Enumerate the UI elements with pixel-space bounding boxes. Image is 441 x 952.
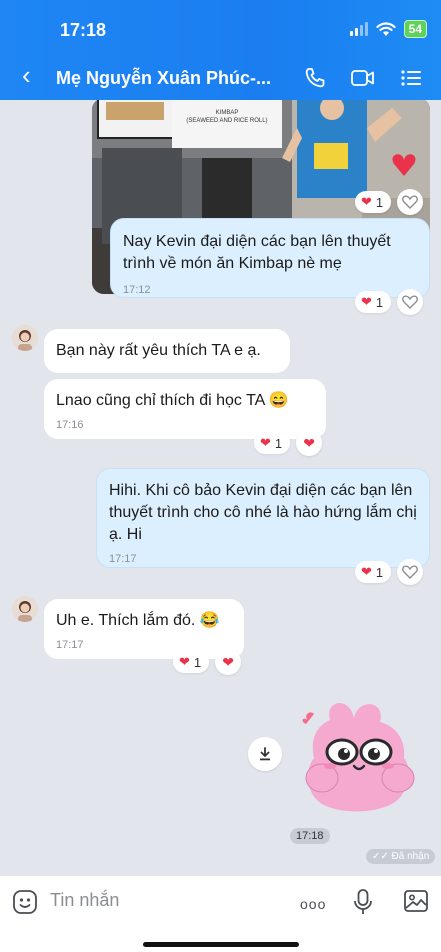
- microphone-icon[interactable]: [352, 888, 374, 916]
- more-options-icon[interactable]: ooo: [300, 896, 326, 912]
- seen-status: ✓✓ Đã nhận: [366, 849, 436, 864]
- reaction-count[interactable]: ❤ 1: [254, 432, 291, 454]
- like-heart-outline-icon[interactable]: [397, 559, 424, 585]
- heart-icon: ❤: [361, 564, 372, 579]
- like-heart-outline-icon[interactable]: [397, 289, 424, 315]
- download-icon[interactable]: [248, 737, 282, 771]
- message-input[interactable]: Tin nhắn: [50, 890, 119, 911]
- image-icon[interactable]: [403, 888, 429, 914]
- message-bubble-in[interactable]: Lnao cũng chỉ thích đi học TA 😄 17:16: [44, 379, 326, 439]
- message-text: Uh e. Thích lắm đó. 😂: [56, 612, 220, 629]
- reaction-count[interactable]: ❤ 1: [173, 651, 210, 673]
- reacted-heart-icon[interactable]: ❤: [215, 649, 242, 675]
- reacted-heart-icon[interactable]: ❤: [296, 430, 323, 456]
- message-text: Nay Kevin đại diện các bạn lên thuyết tr…: [123, 233, 391, 272]
- message-text: Hihi. Khi cô bảo Kevin đại diện các bạn …: [109, 482, 417, 543]
- message-input-bar: Tin nhắn ooo: [0, 876, 441, 952]
- status-time: 17:18: [60, 20, 107, 40]
- message-bubble-in[interactable]: Bạn này rất yêu thích TA e ạ.: [44, 329, 290, 373]
- video-call-icon[interactable]: [350, 66, 376, 90]
- heart-icon: ❤: [260, 435, 271, 450]
- home-indicator: [143, 942, 299, 947]
- message-reactions[interactable]: ❤ 1 ❤: [254, 430, 323, 456]
- avatar[interactable]: [12, 596, 38, 622]
- message-reactions[interactable]: ❤ 1 ❤: [173, 649, 242, 675]
- message-text: Lnao cũng chỉ thích đi học TA 😄: [56, 392, 289, 409]
- heart-icon: ❤: [361, 194, 372, 209]
- back-icon[interactable]: ‹: [22, 62, 31, 88]
- message-bubble-out[interactable]: Hihi. Khi cô bảo Kevin đại diện các bạn …: [96, 468, 430, 568]
- sign-line1: KIMBAP: [216, 110, 239, 116]
- emoji-icon[interactable]: [12, 889, 38, 915]
- phone-icon[interactable]: [302, 66, 328, 90]
- status-icons: 54: [349, 20, 427, 38]
- bunny-sticker: [302, 703, 415, 812]
- signal-icon: [349, 22, 368, 36]
- message-bubble-out[interactable]: Nay Kevin đại diện các bạn lên thuyết tr…: [110, 218, 430, 298]
- photo-reactions[interactable]: ❤ 1: [355, 189, 424, 215]
- sticker-message[interactable]: [300, 700, 430, 820]
- wifi-icon: [376, 21, 396, 36]
- menu-list-icon[interactable]: [398, 66, 424, 90]
- like-heart-outline-icon[interactable]: [397, 189, 424, 215]
- message-reactions[interactable]: ❤ 1: [355, 559, 424, 585]
- heart-icon: ❤: [361, 294, 372, 309]
- sign-line2: (SEAWEED AND RICE ROLL): [186, 118, 267, 124]
- reaction-count[interactable]: ❤ 1: [355, 561, 392, 583]
- reaction-count[interactable]: ❤ 1: [355, 191, 392, 213]
- battery-indicator: 54: [403, 20, 427, 38]
- chat-title[interactable]: Mẹ Nguyễn Xuân Phúc-...: [56, 68, 271, 89]
- message-reactions[interactable]: ❤ 1: [355, 289, 424, 315]
- message-text: Bạn này rất yêu thích TA e ạ.: [56, 342, 261, 359]
- sticker-time: 17:18: [290, 828, 330, 844]
- avatar[interactable]: [12, 325, 38, 351]
- heart-icon: ❤: [179, 654, 190, 669]
- chat-area[interactable]: KIMBAP (SEAWEED AND RICE ROLL) ❤ 1 Nay K…: [0, 100, 441, 876]
- chat-header: 17:18 54 ‹ Mẹ Nguyễn Xuân Phúc-...: [0, 0, 441, 100]
- reaction-count[interactable]: ❤ 1: [355, 291, 392, 313]
